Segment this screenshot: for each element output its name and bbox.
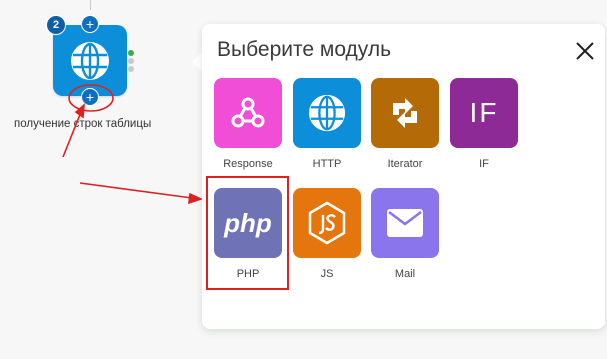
add-module-before-button[interactable]: +	[81, 15, 99, 33]
add-module-after-button[interactable]: +	[81, 88, 99, 106]
mail-icon	[387, 209, 423, 237]
module-http[interactable]: HTTP	[292, 78, 362, 170]
php-highlight-frame	[206, 176, 289, 290]
module-mail-tile[interactable]	[371, 188, 439, 258]
popup-title: Выберите модуль	[217, 38, 392, 61]
module-status-dots	[128, 50, 134, 74]
module-mail-label: Mail	[394, 268, 416, 280]
module-iterator[interactable]: Iterator	[370, 78, 440, 170]
arrow-up	[62, 103, 85, 158]
module-if[interactable]: IF IF	[449, 78, 519, 170]
js-icon	[308, 201, 346, 245]
module-http-tile[interactable]	[293, 78, 361, 148]
globe-icon	[308, 94, 346, 132]
module-response-label: Response	[223, 158, 273, 170]
module-iterator-tile[interactable]	[371, 78, 439, 148]
iterator-icon	[393, 98, 417, 128]
module-if-label: IF	[479, 158, 489, 170]
module-response[interactable]: Response	[213, 78, 283, 170]
arrow-right	[79, 182, 204, 205]
webhook-icon	[231, 97, 265, 128]
module-js-tile[interactable]	[293, 188, 361, 258]
module-name-label: получение строк таблицы	[14, 118, 152, 130]
http-module-node[interactable]	[53, 25, 127, 96]
close-icon[interactable]	[574, 40, 596, 62]
operations-count-badge: 2	[46, 15, 66, 35]
module-http-label: HTTP	[312, 158, 342, 170]
module-mail[interactable]: Mail	[370, 188, 440, 280]
module-response-tile[interactable]	[214, 78, 282, 148]
module-js-label: JS	[320, 268, 334, 280]
module-if-tile[interactable]: IF	[450, 78, 518, 148]
module-js[interactable]: JS	[292, 188, 362, 280]
module-iterator-label: Iterator	[387, 158, 423, 170]
connector-line	[90, 0, 91, 10]
if-icon: IF	[469, 97, 499, 128]
scenario-canvas[interactable]: 2 + + получение строк таблицы Выберите м…	[0, 0, 607, 359]
globe-icon	[71, 42, 109, 80]
